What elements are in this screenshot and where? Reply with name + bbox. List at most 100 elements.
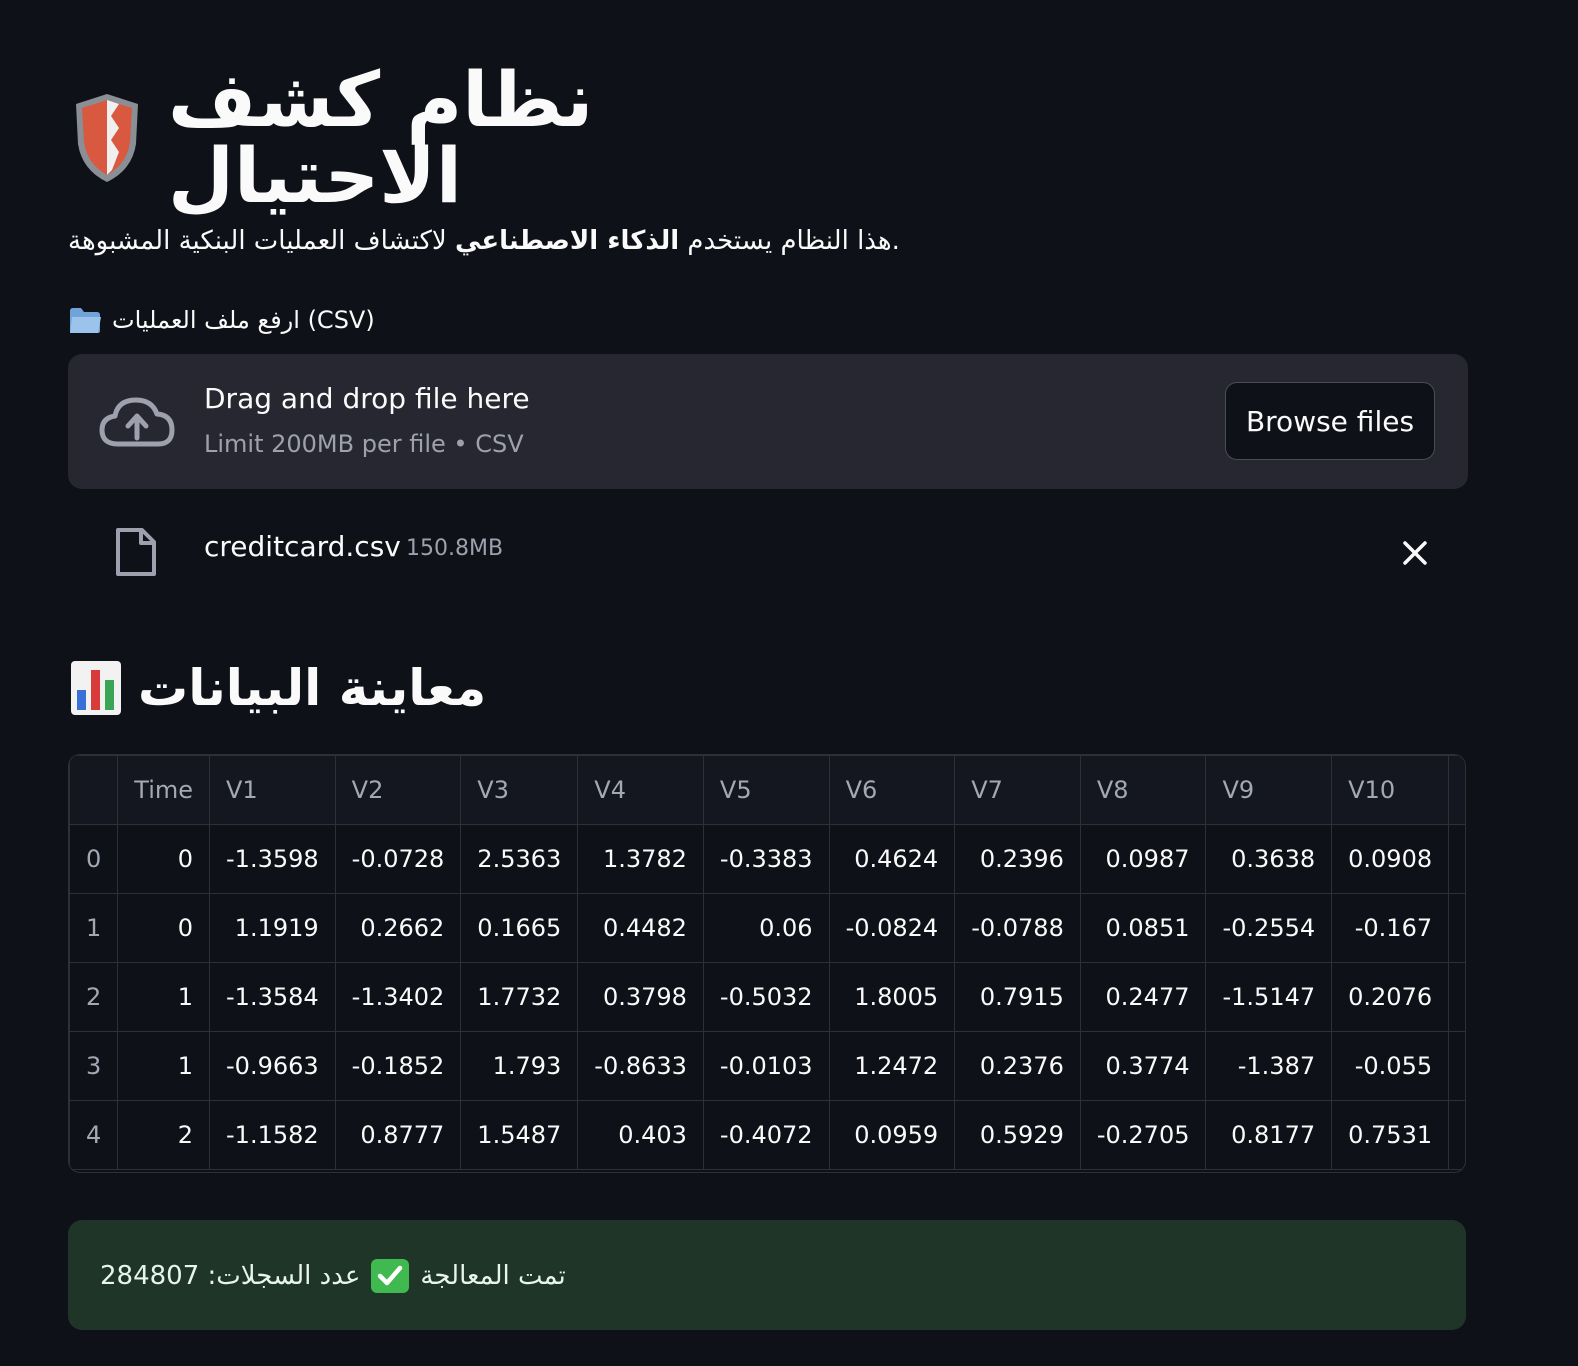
table-cell[interactable]: -0.5032 bbox=[702, 962, 830, 1032]
table-cell[interactable]: 0.6245 bbox=[1448, 962, 1465, 1032]
table-cell[interactable]: 0.2662 bbox=[334, 893, 462, 963]
row-index[interactable]: 0 bbox=[69, 824, 119, 894]
table-cell[interactable]: -0.9663 bbox=[209, 1031, 336, 1101]
table-cell[interactable]: -0.055 bbox=[1331, 1031, 1450, 1101]
table-cell[interactable]: 1.6127 bbox=[1448, 893, 1465, 963]
browse-files-button[interactable]: Browse files bbox=[1225, 382, 1435, 460]
table-cell[interactable]: 1.793 bbox=[460, 1031, 579, 1101]
uploaded-file-row: creditcard.csv 150.8MB bbox=[68, 518, 1468, 588]
table-cell[interactable]: 1 bbox=[117, 962, 211, 1032]
column-header-v4[interactable]: V4 bbox=[577, 755, 704, 825]
table-cell[interactable]: 0 bbox=[117, 824, 211, 894]
table-cell[interactable]: -1.1582 bbox=[209, 1100, 336, 1170]
table-cell[interactable]: -0.3383 bbox=[702, 824, 830, 894]
table-cell[interactable]: -0.1852 bbox=[334, 1031, 462, 1101]
table-cell[interactable]: 0.4482 bbox=[577, 893, 704, 963]
table-cell[interactable]: 1 bbox=[117, 1031, 211, 1101]
table-cell[interactable]: -0.4072 bbox=[702, 1100, 830, 1170]
column-header-v7[interactable]: V7 bbox=[954, 755, 1081, 825]
table-cell[interactable]: 0.3638 bbox=[1205, 824, 1333, 894]
column-header-v11[interactable]: V11 bbox=[1448, 755, 1465, 825]
column-header-v8[interactable]: V8 bbox=[1079, 755, 1207, 825]
table-cell[interactable]: 1.5487 bbox=[460, 1100, 579, 1170]
intro-text: هذا النظام يستخدم الذكاء الاصطناعي لاكتش… bbox=[68, 224, 900, 258]
table-cell[interactable]: -1.3598 bbox=[209, 824, 336, 894]
file-size: 150.8MB bbox=[406, 536, 504, 561]
table-cell[interactable]: -0.8228 bbox=[1448, 1100, 1465, 1170]
table-cell[interactable]: 0.0987 bbox=[1079, 824, 1207, 894]
table-cell[interactable]: 0.7531 bbox=[1331, 1100, 1450, 1170]
table-row: 2 1 -1.3584 -1.3402 1.7732 0.3798 -0.5032 1.800… bbox=[69, 962, 1465, 1032]
table-row: 3 1 -0.9663 -0.1852 1.793 -0.8633 -0.0103 1.247… bbox=[69, 1031, 1465, 1101]
table-cell[interactable]: 0.4624 bbox=[828, 824, 956, 894]
table-cell[interactable]: 0.3774 bbox=[1079, 1031, 1207, 1101]
table-cell[interactable]: 2.5363 bbox=[460, 824, 579, 894]
row-index[interactable]: 4 bbox=[69, 1100, 119, 1170]
table-cell[interactable]: -0.8633 bbox=[577, 1031, 704, 1101]
table-cell[interactable]: -0.2705 bbox=[1079, 1100, 1207, 1170]
row-index[interactable]: 2 bbox=[69, 962, 119, 1032]
table-cell[interactable]: 0.1665 bbox=[460, 893, 579, 963]
column-header-v3[interactable]: V3 bbox=[460, 755, 579, 825]
table-cell[interactable]: 0.2396 bbox=[954, 824, 1081, 894]
column-header-v6[interactable]: V6 bbox=[828, 755, 956, 825]
table-row: 4 2 -1.1582 0.8777 1.5487 0.403 -0.4072 0.0959 0… bbox=[69, 1100, 1465, 1170]
row-index[interactable]: 1 bbox=[69, 893, 119, 963]
table-cell[interactable]: 0 bbox=[117, 893, 211, 963]
column-header-v10[interactable]: V10 bbox=[1331, 755, 1450, 825]
table-cell[interactable]: 0.5929 bbox=[954, 1100, 1081, 1170]
table-cell[interactable]: -1.387 bbox=[1205, 1031, 1333, 1101]
column-header-v5[interactable]: V5 bbox=[702, 755, 830, 825]
table-cell[interactable]: 2 bbox=[117, 1100, 211, 1170]
check-icon bbox=[371, 1259, 410, 1293]
table-cell[interactable]: -0.2265 bbox=[1448, 1031, 1465, 1101]
column-header-v9[interactable]: V9 bbox=[1205, 755, 1333, 825]
table-cell[interactable]: 0.8177 bbox=[1205, 1100, 1333, 1170]
table-cell[interactable]: 1.8005 bbox=[828, 962, 956, 1032]
row-index[interactable]: 3 bbox=[69, 1031, 119, 1101]
table-cell[interactable]: 0.3798 bbox=[577, 962, 704, 1032]
table-cell[interactable]: 1.2472 bbox=[828, 1031, 956, 1101]
table-cell[interactable]: 1.7732 bbox=[460, 962, 579, 1032]
file-name: creditcard.csv bbox=[204, 530, 401, 563]
table-cell[interactable]: 0.0851 bbox=[1079, 893, 1207, 963]
table-cell[interactable]: 0.0908 bbox=[1331, 824, 1450, 894]
table-cell[interactable]: -0.2554 bbox=[1205, 893, 1333, 963]
column-header-v2[interactable]: V2 bbox=[334, 755, 462, 825]
table-cell[interactable]: -0.0824 bbox=[828, 893, 956, 963]
table-cell[interactable]: 1.3782 bbox=[577, 824, 704, 894]
table-row: 1 0 1.1919 0.2662 0.1665 0.4482 0.06 -0.0824 -0.… bbox=[69, 893, 1465, 963]
column-header-v1[interactable]: V1 bbox=[209, 755, 336, 825]
table-cell[interactable]: -0.167 bbox=[1331, 893, 1450, 963]
table-cell[interactable]: 0.7915 bbox=[954, 962, 1081, 1032]
table-cell[interactable]: 0.2076 bbox=[1331, 962, 1450, 1032]
cloud-upload-icon bbox=[99, 397, 175, 447]
table-cell[interactable]: 0.06 bbox=[702, 893, 830, 963]
table-cell[interactable]: 0.8777 bbox=[334, 1100, 462, 1170]
success-alert: عدد السجلات: 284807 تمت المعالجة bbox=[68, 1220, 1466, 1330]
title-text: نظام كشف الاحتيال bbox=[168, 55, 594, 220]
success-message: عدد السجلات: 284807 تمت المعالجة bbox=[100, 1256, 566, 1296]
records-count: عدد السجلات: 284807 bbox=[100, 1261, 361, 1291]
file-dropzone[interactable]: Drag and drop file here Limit 200MB per … bbox=[68, 354, 1468, 489]
table-cell[interactable]: -1.5147 bbox=[1205, 962, 1333, 1032]
file-icon bbox=[116, 528, 156, 576]
table-cell[interactable]: -0.5516 bbox=[1448, 824, 1465, 894]
data-preview-table[interactable]: TimeV1V2V3V4V5V6V7V8V9V10V11 00-1.3598-0… bbox=[68, 754, 1466, 1173]
table-row: 0 0 -1.3598 -0.0728 2.5363 1.3782 -0.3383 0.462… bbox=[69, 824, 1465, 894]
table-cell[interactable]: 1.1919 bbox=[209, 893, 336, 963]
table-cell[interactable]: 0.0959 bbox=[828, 1100, 956, 1170]
table-cell[interactable]: -0.0103 bbox=[702, 1031, 830, 1101]
table-cell[interactable]: -0.0788 bbox=[954, 893, 1081, 963]
table-header-row: TimeV1V2V3V4V5V6V7V8V9V10V11 bbox=[69, 755, 1465, 825]
close-icon[interactable] bbox=[1396, 534, 1434, 572]
column-header-time[interactable]: Time bbox=[117, 755, 211, 825]
index-header[interactable] bbox=[69, 755, 119, 825]
data-table: TimeV1V2V3V4V5V6V7V8V9V10V11 00-1.3598-0… bbox=[69, 755, 1465, 1170]
table-cell[interactable]: 0.403 bbox=[577, 1100, 704, 1170]
table-cell[interactable]: -1.3402 bbox=[334, 962, 462, 1032]
table-cell[interactable]: 0.2477 bbox=[1079, 962, 1207, 1032]
table-cell[interactable]: 0.2376 bbox=[954, 1031, 1081, 1101]
table-cell[interactable]: -0.0728 bbox=[334, 824, 462, 894]
table-cell[interactable]: -1.3584 bbox=[209, 962, 336, 1032]
